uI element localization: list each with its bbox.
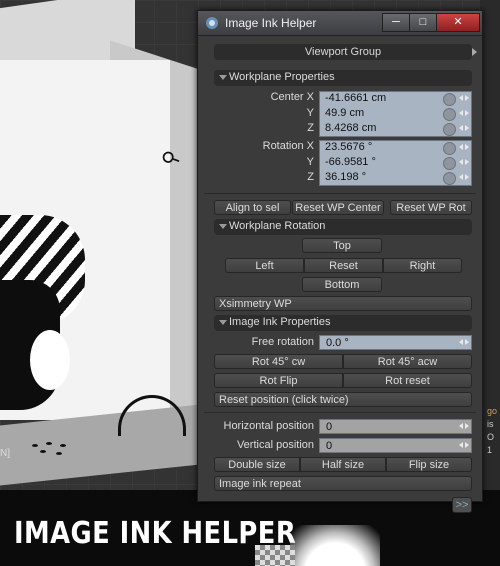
bottom-light-object [290, 525, 380, 566]
rotation-z-reset-icon[interactable] [443, 172, 456, 185]
rotation-z-arrows-icon[interactable] [459, 172, 469, 183]
rotation-y-arrows-icon[interactable] [459, 157, 469, 168]
divider [204, 193, 476, 194]
rot-45-cw-button[interactable]: Rot 45° cw [214, 354, 343, 369]
half-size-button[interactable]: Half size [300, 457, 386, 472]
free-rotation-field[interactable]: 0.0 ° [319, 335, 472, 350]
center-x-arrows-icon[interactable] [459, 93, 469, 104]
align-to-sel-button[interactable]: Align to sel [214, 200, 291, 215]
right-edge-text-go: go [487, 406, 498, 416]
center-x-field[interactable]: -41.6661 cm [319, 91, 441, 106]
workplane-properties-header[interactable]: Workplane Properties [214, 70, 472, 86]
rotation-z-field[interactable]: 36.198 ° [319, 170, 441, 185]
viewport-group-header[interactable]: Viewport Group [214, 44, 477, 60]
horizontal-position-label: Horizontal position [223, 420, 315, 432]
viewport-edge-label: N] [0, 448, 10, 459]
bottom-button[interactable]: Bottom [302, 277, 382, 292]
right-edge-text-o: O [487, 432, 495, 442]
ink-dots [30, 440, 80, 460]
right-edge-text-is: is [487, 419, 494, 429]
right-edge-text-1: 1 [487, 445, 493, 455]
image-ink-highlight [30, 330, 70, 390]
top-button[interactable]: Top [302, 238, 382, 253]
reset-wp-center-button[interactable]: Reset WP Center [292, 200, 384, 215]
rotation-x-reset-icon[interactable] [443, 142, 456, 155]
rot-flip-button[interactable]: Rot Flip [214, 373, 343, 388]
rotation-y-reset-icon[interactable] [443, 157, 456, 170]
collapse-arrow-icon [219, 75, 227, 80]
center-z-field[interactable]: 8.4268 cm [319, 121, 441, 136]
center-y-reset-icon[interactable] [443, 108, 456, 121]
vertical-position-field[interactable]: 0 [319, 438, 472, 453]
center-z-reset-icon[interactable] [443, 123, 456, 136]
free-rotation-arrows-icon[interactable] [459, 337, 469, 348]
workplane-rotation-header[interactable]: Workplane Rotation [214, 219, 472, 235]
horizontal-position-arrows-icon[interactable] [459, 421, 469, 432]
workplane-properties-label: Workplane Properties [229, 71, 335, 83]
image-ink-properties-label: Image Ink Properties [229, 316, 331, 328]
horizontal-position-field[interactable]: 0 [319, 419, 472, 434]
center-x-reset-icon[interactable] [443, 93, 456, 106]
rotation-y-label: Y [306, 156, 314, 168]
banner-title: IMAGE INK HELPER [14, 516, 297, 551]
rotation-x-arrows-icon[interactable] [459, 142, 469, 153]
center-z-arrows-icon[interactable] [459, 123, 469, 134]
collapse-arrow-icon [219, 224, 227, 229]
rot-45-acw-button[interactable]: Rot 45° acw [343, 354, 472, 369]
double-size-button[interactable]: Double size [214, 457, 300, 472]
center-y-label: Y [306, 107, 314, 119]
close-button[interactable]: ✕ [436, 13, 480, 32]
image-ink-properties-header[interactable]: Image Ink Properties [214, 315, 472, 331]
reset-wp-rot-button[interactable]: Reset WP Rot [390, 200, 472, 215]
right-edge-text: go is O 1 [487, 405, 500, 457]
expand-arrow-icon [472, 48, 477, 56]
center-y-arrows-icon[interactable] [459, 108, 469, 119]
rot-reset-button[interactable]: Rot reset [343, 373, 472, 388]
center-x-label: Center X [270, 91, 314, 103]
reset-position-button[interactable]: Reset position (click twice) [214, 392, 472, 407]
forward-arrow-button[interactable]: >> [452, 497, 472, 513]
rotation-x-label: Rotation X [262, 140, 314, 152]
right-button[interactable]: Right [383, 258, 462, 273]
free-rotation-label: Free rotation [251, 336, 314, 348]
window-title: Image Ink Helper [225, 16, 317, 30]
vertical-position-label: Vertical position [236, 439, 314, 451]
minimize-button[interactable]: ─ [382, 13, 410, 32]
image-ink-repeat-button[interactable]: Image ink repeat [214, 476, 472, 491]
workplane-rotation-label: Workplane Rotation [229, 220, 326, 232]
rotation-y-field[interactable]: -66.9581 ° [319, 155, 441, 170]
vertical-position-arrows-icon[interactable] [459, 440, 469, 451]
center-y-field[interactable]: 49.9 cm [319, 106, 441, 121]
center-z-label: Z [307, 122, 314, 134]
divider [204, 412, 476, 413]
image-ink-helper-window: Image Ink Helper ─ □ ✕ Viewport Group Wo… [197, 10, 483, 513]
window-titlebar[interactable]: Image Ink Helper ─ □ ✕ [198, 11, 482, 36]
modo-app-icon [206, 17, 218, 29]
reset-rotation-button[interactable]: Reset [304, 258, 383, 273]
xsymmetry-wp-button[interactable]: Xsimmetry WP [214, 296, 472, 311]
rotation-x-field[interactable]: 23.5676 ° [319, 140, 441, 155]
maximize-button[interactable]: □ [409, 13, 437, 32]
viewport-group-label: Viewport Group [304, 46, 382, 58]
left-button[interactable]: Left [225, 258, 304, 273]
collapse-arrow-icon [219, 320, 227, 325]
flip-size-button[interactable]: Flip size [386, 457, 472, 472]
rotation-z-label: Z [307, 171, 314, 183]
